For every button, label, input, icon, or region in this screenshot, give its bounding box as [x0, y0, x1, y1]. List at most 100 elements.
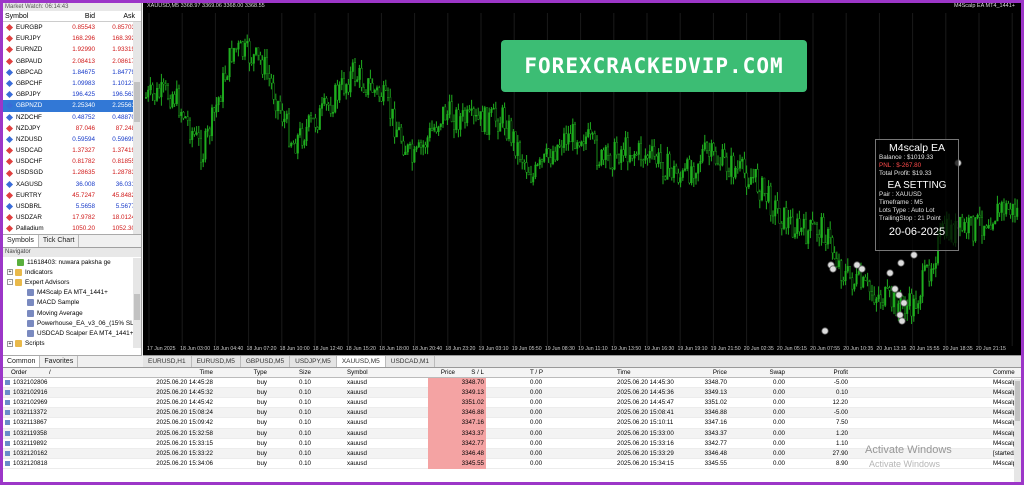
expand-toggle-icon[interactable]: + — [7, 269, 13, 276]
market-watch-row[interactable]: EURGBP 0.85543 0.85703 — [3, 22, 141, 33]
expand-toggle-icon[interactable]: + — [7, 340, 13, 347]
tab-common[interactable]: Common — [3, 356, 41, 367]
cell-time: 2025.06.20 15:08:24 — [156, 409, 213, 417]
navigator-item[interactable]: Powerhouse_EA_v3_06_(15% SL) — [3, 318, 141, 328]
tab-tick-chart[interactable]: Tick Chart — [39, 235, 80, 247]
market-watch-row[interactable]: XAGUSD 36.008 36.031 — [3, 179, 141, 190]
scroll-thumb[interactable] — [1015, 381, 1020, 421]
candle-body — [481, 111, 484, 132]
time-axis-label: 19 Jun 19:10 — [677, 346, 708, 352]
candle-body — [778, 208, 781, 224]
header-sl[interactable]: S / L — [428, 368, 486, 378]
order-icon — [5, 380, 10, 386]
cell-size: 0.10 — [298, 449, 311, 457]
navigator-item[interactable]: M4Scalp EA MT4_1441+ — [3, 288, 141, 298]
header-symbol[interactable]: Symbol — [347, 368, 368, 378]
market-watch-row[interactable]: EURNZD 1.92990 1.93319 — [3, 44, 141, 55]
navigator-item[interactable]: MACD Sample — [3, 298, 141, 308]
candle-body — [906, 305, 909, 314]
bid-cell: 1.28635 — [72, 169, 95, 177]
navigator-scrollbar[interactable] — [133, 258, 141, 348]
market-watch-row[interactable]: GBPCHF 1.09983 1.10121 — [3, 78, 141, 89]
table-row[interactable]: 1032113372 2025.06.20 15:08:24 buy 0.10 xauu… — [3, 408, 1021, 419]
market-watch-row[interactable]: USDCHF 0.81782 0.81855 — [3, 156, 141, 167]
cell-size: 0.10 — [298, 399, 311, 407]
symbol-name: Palladium — [16, 225, 44, 233]
market-watch-row[interactable]: USDBRL 5.5658 5.5677 — [3, 201, 141, 212]
header-swap[interactable]: Swap — [770, 368, 785, 378]
cell-close-price: 3351.02 — [704, 399, 727, 407]
navigator-item[interactable]: USDCAD Scalper EA MT4_1441+ — [3, 328, 141, 338]
header-comment[interactable]: Comme — [993, 368, 1015, 378]
chart-tab[interactable]: XAUUSD,M5 — [336, 356, 386, 367]
price-chart[interactable]: XAUUSD,M5 3368.97 3369.06 3368.00 3368.5… — [143, 3, 1021, 355]
header-close-time[interactable]: Time — [617, 368, 631, 378]
candle-body — [620, 149, 623, 163]
column-ask[interactable]: Ask — [95, 11, 135, 21]
market-watch-row[interactable]: USDCAD 1.37327 1.37419 — [3, 145, 141, 156]
header-type[interactable]: Type — [254, 368, 267, 378]
navigator-item[interactable]: + Indicators — [3, 267, 141, 277]
header-order[interactable]: Order — [11, 368, 27, 378]
market-watch-row[interactable]: GBPAUD 2.08413 2.08617 — [3, 56, 141, 67]
market-watch-row[interactable]: USDZAR 17.9782 18.0124 — [3, 212, 141, 223]
cell-order: 1032113372 — [13, 409, 47, 417]
candle-body — [246, 41, 249, 44]
market-watch-row[interactable]: Palladium 1050.20 1052.30 — [3, 223, 141, 234]
chart-tab[interactable]: GBPUSD,M5 — [241, 356, 291, 367]
symbol-direction-icon — [5, 35, 14, 43]
candle-body — [290, 142, 293, 147]
header-time[interactable]: Time — [199, 368, 213, 378]
ask-cell: 87.248 — [115, 124, 135, 132]
market-watch-row[interactable]: GBPJPY 196.425 196.563 — [3, 89, 141, 100]
table-row[interactable]: 1032102969 2025.06.20 14:45:42 buy 0.10 xauu… — [3, 398, 1021, 409]
order-icon — [5, 390, 10, 396]
navigator-item[interactable]: Moving Average — [3, 308, 141, 318]
market-watch-scrollbar[interactable] — [133, 22, 141, 236]
market-watch-row[interactable]: EURJPY 168.296 168.392 — [3, 33, 141, 44]
chart-tab[interactable]: EURUSD,H1 — [143, 356, 192, 367]
table-row[interactable]: 1032119358 2025.06.20 15:32:58 buy 0.10 xauu… — [3, 428, 1021, 439]
scroll-thumb[interactable] — [134, 294, 140, 320]
navigator-item[interactable]: - Expert Advisors — [3, 277, 141, 287]
navigator-item[interactable]: + Scripts — [3, 339, 141, 349]
candle-body — [908, 293, 911, 307]
candle-body — [250, 62, 253, 65]
candle-body — [728, 171, 731, 177]
candle-body — [204, 131, 207, 160]
symbol-cell: NZDUSD — [3, 134, 55, 145]
chart-tab[interactable]: USDCAD,M1 — [386, 356, 436, 367]
market-watch-row[interactable]: NZDCHF 0.48752 0.48870 — [3, 112, 141, 123]
time-axis-label: 20 Jun 13:15 — [876, 346, 907, 352]
tab-favorites[interactable]: Favorites — [40, 356, 79, 367]
column-symbol[interactable]: Symbol — [3, 11, 55, 21]
candle-body — [809, 219, 812, 231]
candle-body — [840, 260, 843, 281]
chart-tab[interactable]: USDJPY,M5 — [290, 356, 337, 367]
chart-tab[interactable]: EURUSD,M5 — [192, 356, 241, 367]
tab-symbols[interactable]: Symbols — [3, 235, 39, 247]
header-profit[interactable]: Profit — [834, 368, 848, 378]
symbol-name: NZDCHF — [16, 113, 42, 121]
navigator-item[interactable]: 11618403: nuwara paksha ge — [3, 257, 141, 267]
market-watch-row[interactable]: GBPCAD 1.84675 1.84779 — [3, 67, 141, 78]
market-watch-row[interactable]: GBPNZD 2.25340 2.25561 — [3, 100, 141, 112]
table-row[interactable]: 1032113867 2025.06.20 15:09:42 buy 0.10 xauu… — [3, 418, 1021, 429]
header-size[interactable]: Size — [299, 368, 311, 378]
market-watch-row[interactable]: NZDJPY 87.046 87.248 — [3, 123, 141, 134]
market-watch-row[interactable]: USDSGD 1.28635 1.28783 — [3, 167, 141, 178]
cell-swap: 0.00 — [772, 429, 785, 437]
table-scrollbar[interactable] — [1014, 379, 1021, 482]
header-tp[interactable]: T / P — [530, 368, 543, 378]
symbol-name: GBPCHF — [16, 79, 43, 87]
candle-body — [448, 101, 451, 115]
candle-body — [855, 274, 858, 285]
header-close-price[interactable]: Price — [713, 368, 727, 378]
table-row[interactable]: 1032102806 2025.06.20 14:45:28 buy 0.10 xauu… — [3, 378, 1021, 389]
table-row[interactable]: 1032102916 2025.06.20 14:45:32 buy 0.10 xauu… — [3, 388, 1021, 399]
scroll-thumb[interactable] — [134, 82, 140, 122]
market-watch-row[interactable]: EURTRY 45.7247 45.8482 — [3, 190, 141, 201]
market-watch-row[interactable]: NZDUSD 0.59594 0.59699 — [3, 134, 141, 145]
expand-toggle-icon[interactable]: - — [7, 279, 13, 286]
column-bid[interactable]: Bid — [55, 11, 95, 21]
